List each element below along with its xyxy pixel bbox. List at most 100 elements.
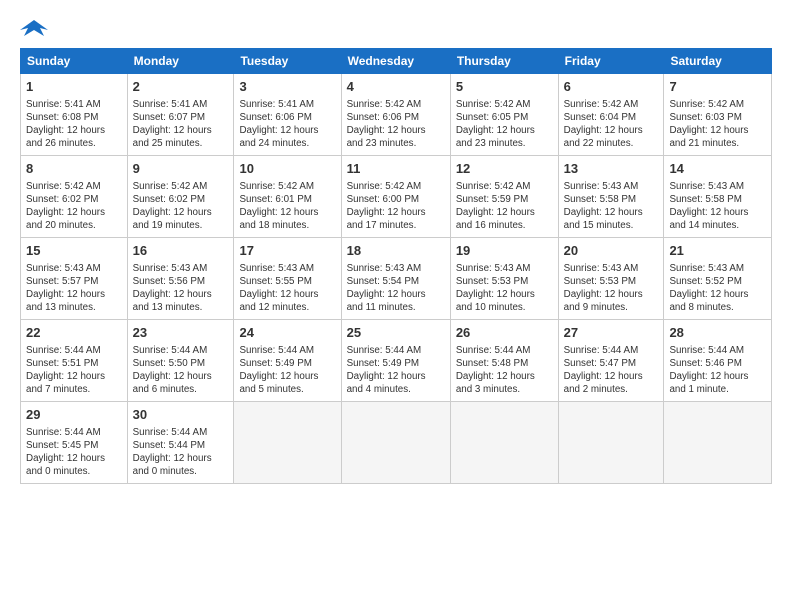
day-cell: 17 Sunrise: 5:43 AM Sunset: 5:55 PM Dayli… xyxy=(234,238,341,320)
day-cell: 26 Sunrise: 5:44 AM Sunset: 5:48 PM Dayli… xyxy=(450,320,558,402)
day-cell: 2Sunrise: 5:41 AM Sunset: 6:07 PM Daylig… xyxy=(127,74,234,156)
day-number: 8 xyxy=(26,160,122,178)
day-number: 1 xyxy=(26,78,122,96)
day-number: 19 xyxy=(456,242,553,260)
day-info: Sunrise: 5:43 AM Sunset: 5:56 PM Dayligh… xyxy=(133,262,229,315)
day-cell: 13 Sunrise: 5:43 AM Sunset: 5:58 PM Dayli… xyxy=(558,156,664,238)
day-number: 26 xyxy=(456,324,553,342)
day-info: Sunrise: 5:43 AM Sunset: 5:52 PM Dayligh… xyxy=(669,262,766,315)
day-info: Sunrise: 5:42 AM Sunset: 6:03 PM Dayligh… xyxy=(669,98,766,151)
day-cell: 9Sunrise: 5:42 AM Sunset: 6:02 PM Daylig… xyxy=(127,156,234,238)
day-cell: 30 Sunrise: 5:44 AM Sunset: 5:44 PM Dayli… xyxy=(127,402,234,484)
col-header-wednesday: Wednesday xyxy=(341,49,450,74)
week-row-5: 29 Sunrise: 5:44 AM Sunset: 5:45 PM Dayli… xyxy=(21,402,772,484)
day-cell: 12Sunrise: 5:42 AM Sunset: 5:59 PM Dayli… xyxy=(450,156,558,238)
day-cell: 5 Sunrise: 5:42 AM Sunset: 6:05 PM Daylig… xyxy=(450,74,558,156)
day-cell: 23 Sunrise: 5:44 AM Sunset: 5:50 PM Dayli… xyxy=(127,320,234,402)
day-info: Sunrise: 5:44 AM Sunset: 5:48 PM Dayligh… xyxy=(456,344,553,397)
day-info: Sunrise: 5:43 AM Sunset: 5:53 PM Dayligh… xyxy=(564,262,659,315)
day-cell: 1 Sunrise: 5:41 AM Sunset: 6:08 PM Daylig… xyxy=(21,74,128,156)
day-number: 18 xyxy=(347,242,445,260)
day-info: Sunrise: 5:42 AM Sunset: 6:01 PM Dayligh… xyxy=(239,180,335,233)
col-header-saturday: Saturday xyxy=(664,49,772,74)
day-number: 30 xyxy=(133,406,229,424)
day-number: 13 xyxy=(564,160,659,178)
day-info: Sunrise: 5:43 AM Sunset: 5:58 PM Dayligh… xyxy=(669,180,766,233)
day-number: 11 xyxy=(347,160,445,178)
logo xyxy=(20,16,52,40)
day-cell xyxy=(234,402,341,484)
day-number: 23 xyxy=(133,324,229,342)
day-number: 25 xyxy=(347,324,445,342)
day-number: 6 xyxy=(564,78,659,96)
day-info: Sunrise: 5:43 AM Sunset: 5:54 PM Dayligh… xyxy=(347,262,445,315)
day-info: Sunrise: 5:43 AM Sunset: 5:58 PM Dayligh… xyxy=(564,180,659,233)
day-cell xyxy=(341,402,450,484)
day-info: Sunrise: 5:42 AM Sunset: 5:59 PM Dayligh… xyxy=(456,180,553,233)
day-number: 21 xyxy=(669,242,766,260)
day-cell: 6 Sunrise: 5:42 AM Sunset: 6:04 PM Daylig… xyxy=(558,74,664,156)
header xyxy=(20,16,772,40)
day-info: Sunrise: 5:44 AM Sunset: 5:45 PM Dayligh… xyxy=(26,426,122,479)
day-cell: 7 Sunrise: 5:42 AM Sunset: 6:03 PM Daylig… xyxy=(664,74,772,156)
day-info: Sunrise: 5:42 AM Sunset: 6:05 PM Dayligh… xyxy=(456,98,553,151)
day-cell: 15Sunrise: 5:43 AM Sunset: 5:57 PM Dayli… xyxy=(21,238,128,320)
day-info: Sunrise: 5:44 AM Sunset: 5:47 PM Dayligh… xyxy=(564,344,659,397)
day-cell: 21 Sunrise: 5:43 AM Sunset: 5:52 PM Dayli… xyxy=(664,238,772,320)
day-info: Sunrise: 5:42 AM Sunset: 6:00 PM Dayligh… xyxy=(347,180,445,233)
week-row-1: 1 Sunrise: 5:41 AM Sunset: 6:08 PM Daylig… xyxy=(21,74,772,156)
day-number: 5 xyxy=(456,78,553,96)
day-number: 22 xyxy=(26,324,122,342)
day-cell: 10 Sunrise: 5:42 AM Sunset: 6:01 PM Dayli… xyxy=(234,156,341,238)
day-cell: 20 Sunrise: 5:43 AM Sunset: 5:53 PM Dayli… xyxy=(558,238,664,320)
day-info: Sunrise: 5:44 AM Sunset: 5:51 PM Dayligh… xyxy=(26,344,122,397)
day-cell: 24 Sunrise: 5:44 AM Sunset: 5:49 PM Dayli… xyxy=(234,320,341,402)
day-number: 28 xyxy=(669,324,766,342)
week-row-3: 15Sunrise: 5:43 AM Sunset: 5:57 PM Dayli… xyxy=(21,238,772,320)
day-cell: 18 Sunrise: 5:43 AM Sunset: 5:54 PM Dayli… xyxy=(341,238,450,320)
day-cell: 4Sunrise: 5:42 AM Sunset: 6:06 PM Daylig… xyxy=(341,74,450,156)
day-info: Sunrise: 5:44 AM Sunset: 5:46 PM Dayligh… xyxy=(669,344,766,397)
day-cell xyxy=(664,402,772,484)
col-header-monday: Monday xyxy=(127,49,234,74)
day-number: 10 xyxy=(239,160,335,178)
week-row-2: 8 Sunrise: 5:42 AM Sunset: 6:02 PM Daylig… xyxy=(21,156,772,238)
logo-icon xyxy=(20,16,48,40)
day-cell: 14Sunrise: 5:43 AM Sunset: 5:58 PM Dayli… xyxy=(664,156,772,238)
day-info: Sunrise: 5:43 AM Sunset: 5:53 PM Dayligh… xyxy=(456,262,553,315)
day-number: 24 xyxy=(239,324,335,342)
day-number: 16 xyxy=(133,242,229,260)
day-number: 20 xyxy=(564,242,659,260)
day-number: 29 xyxy=(26,406,122,424)
day-cell: 11 Sunrise: 5:42 AM Sunset: 6:00 PM Dayli… xyxy=(341,156,450,238)
day-info: Sunrise: 5:42 AM Sunset: 6:02 PM Dayligh… xyxy=(26,180,122,233)
day-info: Sunrise: 5:44 AM Sunset: 5:44 PM Dayligh… xyxy=(133,426,229,479)
day-info: Sunrise: 5:42 AM Sunset: 6:04 PM Dayligh… xyxy=(564,98,659,151)
day-cell xyxy=(558,402,664,484)
day-number: 17 xyxy=(239,242,335,260)
day-info: Sunrise: 5:44 AM Sunset: 5:50 PM Dayligh… xyxy=(133,344,229,397)
day-info: Sunrise: 5:43 AM Sunset: 5:55 PM Dayligh… xyxy=(239,262,335,315)
day-cell: 16 Sunrise: 5:43 AM Sunset: 5:56 PM Dayli… xyxy=(127,238,234,320)
calendar-page: SundayMondayTuesdayWednesdayThursdayFrid… xyxy=(0,0,792,612)
day-info: Sunrise: 5:41 AM Sunset: 6:06 PM Dayligh… xyxy=(239,98,335,151)
day-number: 27 xyxy=(564,324,659,342)
day-info: Sunrise: 5:41 AM Sunset: 6:08 PM Dayligh… xyxy=(26,98,122,151)
col-header-friday: Friday xyxy=(558,49,664,74)
day-cell: 3Sunrise: 5:41 AM Sunset: 6:06 PM Daylig… xyxy=(234,74,341,156)
day-cell: 28 Sunrise: 5:44 AM Sunset: 5:46 PM Dayli… xyxy=(664,320,772,402)
day-info: Sunrise: 5:41 AM Sunset: 6:07 PM Dayligh… xyxy=(133,98,229,151)
week-row-4: 22 Sunrise: 5:44 AM Sunset: 5:51 PM Dayli… xyxy=(21,320,772,402)
day-info: Sunrise: 5:44 AM Sunset: 5:49 PM Dayligh… xyxy=(347,344,445,397)
day-info: Sunrise: 5:42 AM Sunset: 6:02 PM Dayligh… xyxy=(133,180,229,233)
day-info: Sunrise: 5:43 AM Sunset: 5:57 PM Dayligh… xyxy=(26,262,122,315)
day-info: Sunrise: 5:42 AM Sunset: 6:06 PM Dayligh… xyxy=(347,98,445,151)
day-info: Sunrise: 5:44 AM Sunset: 5:49 PM Dayligh… xyxy=(239,344,335,397)
day-cell: 25 Sunrise: 5:44 AM Sunset: 5:49 PM Dayli… xyxy=(341,320,450,402)
col-header-thursday: Thursday xyxy=(450,49,558,74)
col-header-tuesday: Tuesday xyxy=(234,49,341,74)
day-cell xyxy=(450,402,558,484)
day-number: 7 xyxy=(669,78,766,96)
calendar-table: SundayMondayTuesdayWednesdayThursdayFrid… xyxy=(20,48,772,484)
col-header-sunday: Sunday xyxy=(21,49,128,74)
